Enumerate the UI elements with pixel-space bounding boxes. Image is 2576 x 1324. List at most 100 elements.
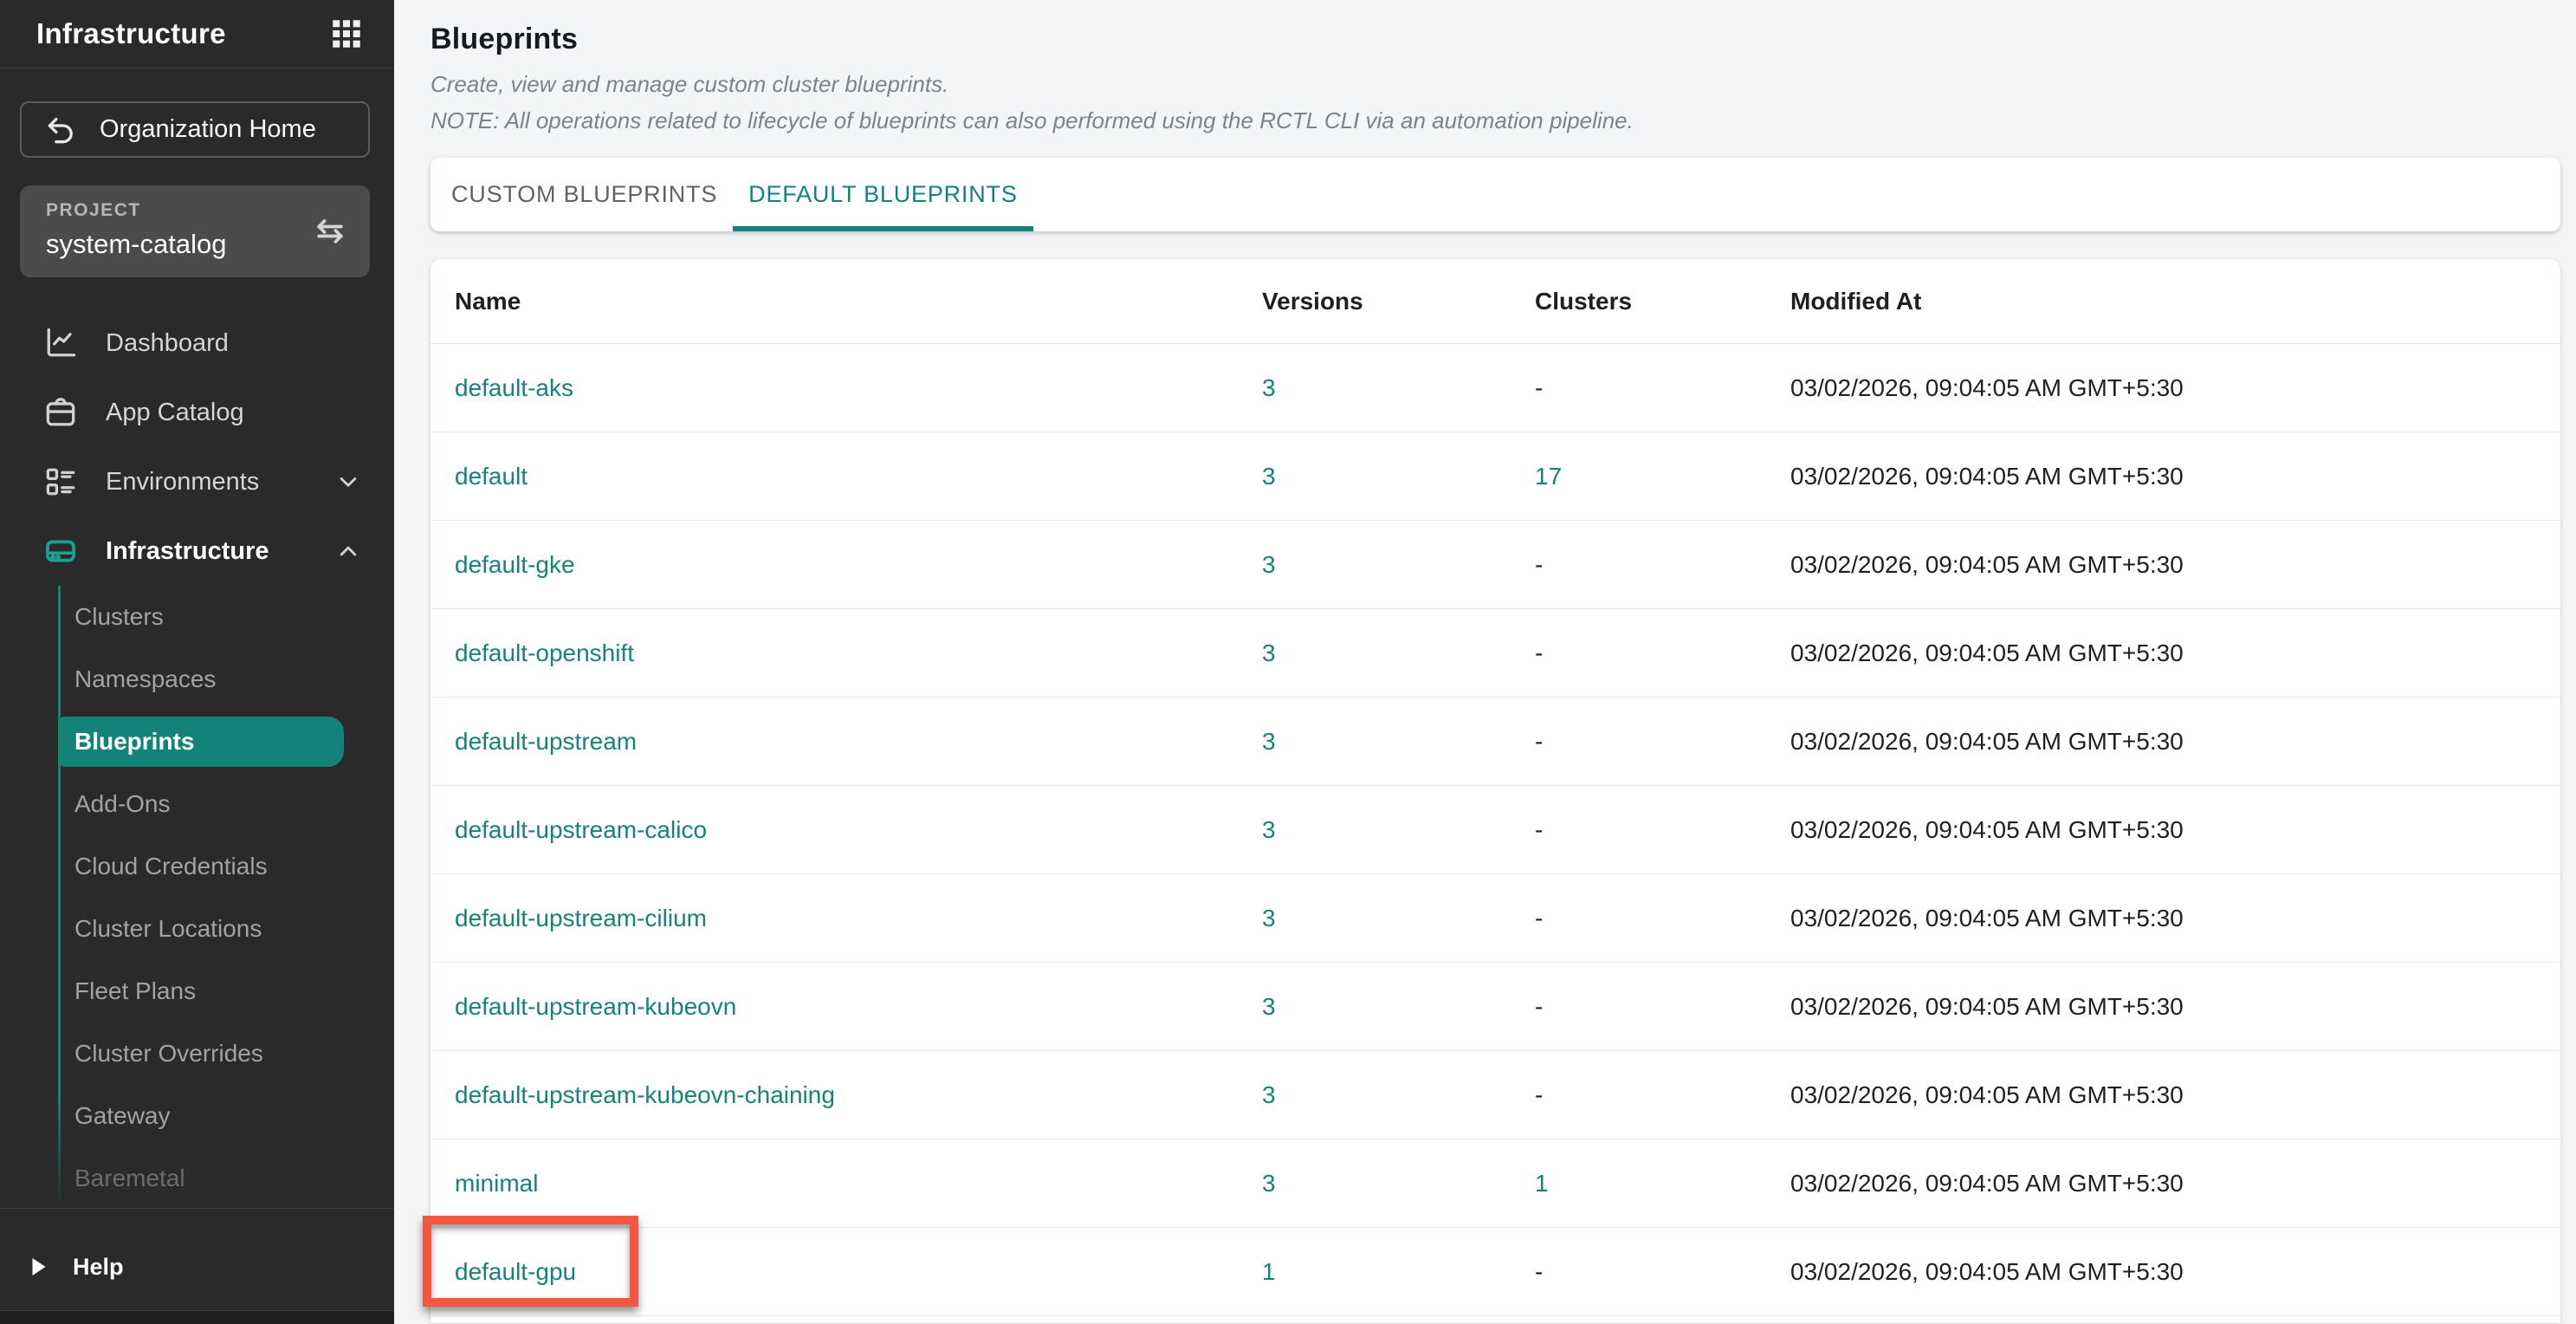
column-header-clusters: Clusters (1535, 288, 1790, 315)
sidebar-item-dashboard[interactable]: Dashboard (0, 308, 394, 378)
table-row: minimal 3 1 03/02/2026, 09:04:05 AM GMT+… (430, 1139, 2560, 1228)
blueprint-name-link[interactable]: default-gpu (455, 1258, 576, 1285)
sidebar-header: Infrastructure (0, 0, 394, 68)
sidebar-subitem-label: Fleet Plans (74, 977, 196, 1005)
versions-link[interactable]: 3 (1262, 463, 1276, 490)
tab-custom-blueprints[interactable]: CUSTOM BLUEPRINTS (436, 158, 733, 231)
table-row: default-openshift 3 - 03/02/2026, 09:04:… (430, 609, 2560, 698)
blueprint-name-link[interactable]: default-openshift (455, 639, 634, 666)
help-button[interactable]: Help (26, 1244, 124, 1289)
blueprint-name-link[interactable]: default-aks (455, 374, 573, 401)
modified-at-value: 03/02/2026, 09:04:05 AM GMT+5:30 (1790, 993, 2560, 1021)
table-row: default-upstream-cilium 3 - 03/02/2026, … (430, 874, 2560, 963)
sidebar-subitem-cluster-overrides[interactable]: Cluster Overrides (0, 1022, 394, 1085)
sidebar-menu: Dashboard App Catalog Environments Infrastr… (0, 308, 394, 586)
versions-link[interactable]: 3 (1262, 905, 1276, 931)
blueprint-name-link[interactable]: default-upstream (455, 728, 637, 755)
sidebar-subitem-cloud-credentials[interactable]: Cloud Credentials (0, 835, 394, 898)
clusters-link[interactable]: 17 (1535, 463, 1562, 490)
sidebar-item-label: App Catalog (106, 399, 363, 427)
sidebar-subitem-clusters[interactable]: Clusters (0, 586, 394, 648)
main-content: Blueprints Create, view and manage custo… (394, 0, 2576, 1324)
swap-horizontal-icon[interactable] (311, 212, 349, 250)
blueprint-name-link[interactable]: default (455, 463, 527, 490)
blueprint-name-link[interactable]: minimal (455, 1170, 538, 1197)
sidebar-subitem-label: Namespaces (74, 665, 216, 693)
versions-link[interactable]: 3 (1262, 993, 1276, 1020)
modified-at-value: 03/02/2026, 09:04:05 AM GMT+5:30 (1790, 905, 2560, 932)
table-row: default-upstream-kubeovn-chaining 3 - 03… (430, 1051, 2560, 1139)
sidebar-subitem-label: Add-Ons (74, 790, 171, 818)
sidebar-bottom-strip (0, 1310, 394, 1324)
blueprint-name-link[interactable]: default-upstream-cilium (455, 905, 707, 931)
app-catalog-icon (42, 393, 80, 432)
versions-link[interactable]: 3 (1262, 816, 1276, 843)
versions-link[interactable]: 3 (1262, 1170, 1276, 1197)
modified-at-value: 03/02/2026, 09:04:05 AM GMT+5:30 (1790, 374, 2560, 402)
sidebar-subitem-label: Blueprints (74, 728, 194, 756)
versions-link[interactable]: 3 (1262, 551, 1276, 578)
sidebar-item-label: Environments (106, 468, 333, 497)
modified-at-value: 03/02/2026, 09:04:05 AM GMT+5:30 (1790, 1170, 2560, 1197)
table-row: default-aks 3 - 03/02/2026, 09:04:05 AM … (430, 344, 2560, 432)
chevron-up-icon (333, 536, 363, 566)
blueprint-name-link[interactable]: default-upstream-kubeovn (455, 993, 736, 1020)
chevron-down-icon (333, 467, 363, 497)
project-selector[interactable]: PROJECT system-catalog (20, 185, 370, 277)
table-body: default-aks 3 - 03/02/2026, 09:04:05 AM … (430, 344, 2560, 1316)
modified-at-value: 03/02/2026, 09:04:05 AM GMT+5:30 (1790, 551, 2560, 579)
sidebar-subitem-fleet-plans[interactable]: Fleet Plans (0, 960, 394, 1022)
versions-link[interactable]: 3 (1262, 639, 1276, 666)
blueprint-name-link[interactable]: default-upstream-kubeovn-chaining (455, 1081, 835, 1108)
table-row: default 3 17 03/02/2026, 09:04:05 AM GMT… (430, 432, 2560, 521)
sidebar-item-infrastructure[interactable]: Infrastructure (0, 516, 394, 586)
infrastructure-server-icon (42, 532, 80, 570)
sidebar-subitem-namespaces[interactable]: Namespaces (0, 648, 394, 711)
sidebar-subitem-label: Cluster Locations (74, 915, 262, 943)
versions-link[interactable]: 3 (1262, 374, 1276, 401)
modified-at-value: 03/02/2026, 09:04:05 AM GMT+5:30 (1790, 1258, 2560, 1286)
page-note: NOTE: All operations related to lifecycl… (430, 107, 2560, 134)
blueprints-table: NameVersionsClustersModified At default-… (430, 259, 2560, 1323)
table-row: default-upstream-calico 3 - 03/02/2026, … (430, 786, 2560, 874)
sidebar-subitem-blueprints[interactable]: Blueprints (0, 711, 394, 773)
clusters-empty-value: - (1535, 993, 1543, 1020)
sidebar-subitem-add-ons[interactable]: Add-Ons (0, 773, 394, 835)
organization-home-label: Organization Home (100, 115, 316, 144)
dashboard-chart-icon (42, 324, 80, 362)
sidebar-title: Infrastructure (36, 17, 226, 50)
table-row: default-upstream-kubeovn 3 - 03/02/2026,… (430, 963, 2560, 1051)
versions-link[interactable]: 1 (1262, 1258, 1276, 1285)
sidebar-item-app-catalog[interactable]: App Catalog (0, 378, 394, 447)
triangle-right-icon (26, 1254, 52, 1280)
sidebar-subitem-label: Baremetal (74, 1165, 185, 1192)
blueprint-name-link[interactable]: default-gke (455, 551, 575, 578)
sidebar-subitem-cluster-locations[interactable]: Cluster Locations (0, 898, 394, 960)
sidebar-subitem-baremetal[interactable]: Baremetal (0, 1147, 394, 1210)
sidebar: Infrastructure Organization Home PROJECT… (0, 0, 394, 1324)
modified-at-value: 03/02/2026, 09:04:05 AM GMT+5:30 (1790, 728, 2560, 756)
page-title: Blueprints (430, 23, 2560, 56)
clusters-empty-value: - (1535, 1081, 1543, 1108)
modified-at-value: 03/02/2026, 09:04:05 AM GMT+5:30 (1790, 463, 2560, 490)
clusters-empty-value: - (1535, 905, 1543, 931)
sidebar-item-label: Dashboard (106, 329, 363, 358)
clusters-empty-value: - (1535, 728, 1543, 755)
versions-link[interactable]: 3 (1262, 728, 1276, 755)
environments-list-icon (42, 463, 80, 501)
apps-grid-icon[interactable] (328, 16, 365, 52)
sidebar-item-environments[interactable]: Environments (0, 447, 394, 516)
clusters-empty-value: - (1535, 551, 1543, 578)
tab-default-blueprints[interactable]: DEFAULT BLUEPRINTS (733, 158, 1032, 231)
clusters-link[interactable]: 1 (1535, 1170, 1549, 1197)
page-subtitle: Create, view and manage custom cluster b… (430, 71, 2560, 98)
sidebar-subitem-label: Gateway (74, 1102, 171, 1130)
sidebar-subitem-label: Clusters (74, 603, 164, 631)
sidebar-subitem-gateway[interactable]: Gateway (0, 1085, 394, 1147)
versions-link[interactable]: 3 (1262, 1081, 1276, 1108)
clusters-empty-value: - (1535, 1258, 1543, 1285)
project-name: system-catalog (46, 229, 292, 260)
help-divider (0, 1208, 394, 1209)
blueprint-name-link[interactable]: default-upstream-calico (455, 816, 707, 843)
organization-home-button[interactable]: Organization Home (20, 101, 370, 158)
